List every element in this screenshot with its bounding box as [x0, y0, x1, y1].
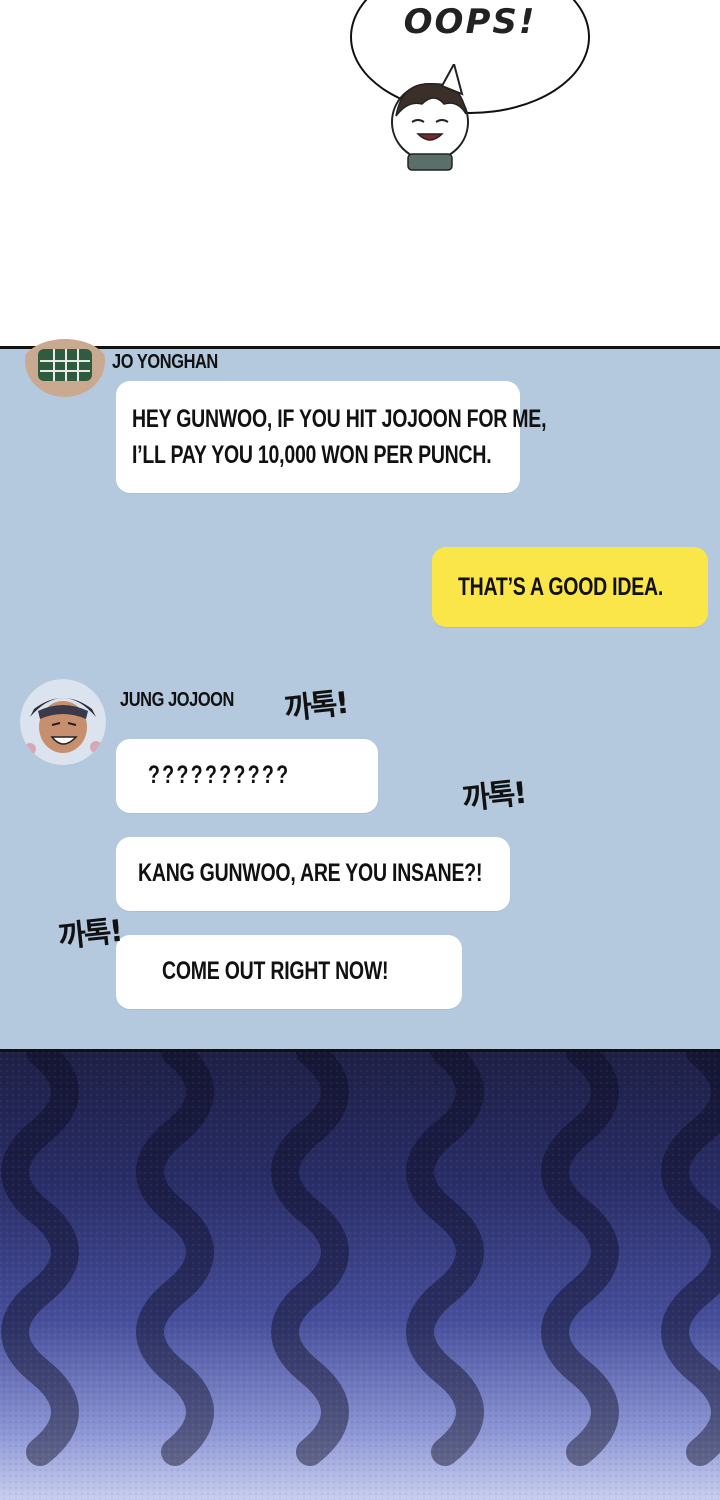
message-line: THAT’S A GOOD IDEA. [458, 573, 664, 601]
chat-panel: JO YONGHAN HEY GUNWOO, IF YOU HIT JOJOON… [0, 339, 720, 1052]
sound-effect-text: 까톡! [460, 775, 527, 818]
speech-text: OOPS! [403, 2, 537, 42]
avatar-jung-jojoon-icon [20, 679, 106, 765]
sender-name-jung-jojoon: JUNG JOJOON [120, 689, 234, 711]
message-bubble-jo-yonghan: HEY GUNWOO, IF YOU HIT JOJOON FOR ME, I’… [116, 381, 546, 493]
chibi-character-icon [391, 64, 469, 171]
wavy-lines-background-icon [0, 1052, 720, 1500]
message-line: ?????????? [148, 761, 291, 789]
message-line: I’LL PAY YOU 10,000 WON PER PUNCH. [132, 441, 492, 469]
message-bubble-jung-jojoon-2: KANG GUNWOO, ARE YOU INSANE?! [116, 837, 510, 911]
bottom-panel [0, 1052, 720, 1500]
message-bubble-jung-jojoon-3: COME OUT RIGHT NOW! [116, 935, 462, 1009]
avatar-jo-yonghan-icon [25, 339, 105, 399]
message-line: KANG GUNWOO, ARE YOU INSANE?! [138, 859, 483, 887]
message-bubble-jung-jojoon-1: ?????????? [116, 739, 378, 813]
top-panel: OOPS! [0, 0, 720, 346]
sender-name-jo-yonghan: JO YONGHAN [112, 351, 218, 373]
avatar-jung-jojoon [20, 679, 106, 765]
avatar-jo-yonghan [20, 339, 110, 399]
message-bubble-mine: THAT’S A GOOD IDEA. [432, 547, 708, 627]
sound-effect-text: 까톡! [282, 685, 349, 728]
sound-effect-text: 까톡! [56, 913, 123, 956]
message-line: COME OUT RIGHT NOW! [162, 957, 389, 985]
message-line: HEY GUNWOO, IF YOU HIT JOJOON FOR ME, [132, 405, 547, 433]
